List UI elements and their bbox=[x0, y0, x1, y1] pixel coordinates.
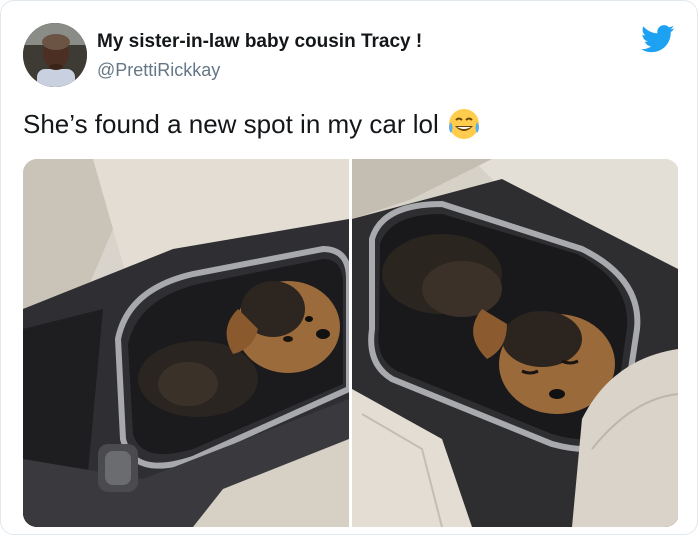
face-with-tears-of-joy-icon bbox=[447, 107, 481, 141]
media-grid bbox=[23, 159, 679, 527]
photo-puppy-cupholder-left[interactable] bbox=[23, 159, 349, 527]
tweet-text-row: She’s found a new spot in my car lol bbox=[23, 107, 481, 141]
photo-puppy-cupholder-right[interactable] bbox=[352, 159, 678, 527]
author-handle[interactable]: @PrettiRickkay bbox=[97, 60, 220, 81]
avatar[interactable] bbox=[23, 23, 87, 87]
author-name[interactable]: My sister-in-law baby cousin Tracy ! bbox=[97, 31, 422, 53]
tweet-card[interactable]: My sister-in-law baby cousin Tracy ! @Pr… bbox=[0, 0, 698, 535]
twitter-bird-icon[interactable] bbox=[641, 25, 675, 53]
tweet-text: She’s found a new spot in my car lol bbox=[23, 109, 439, 139]
